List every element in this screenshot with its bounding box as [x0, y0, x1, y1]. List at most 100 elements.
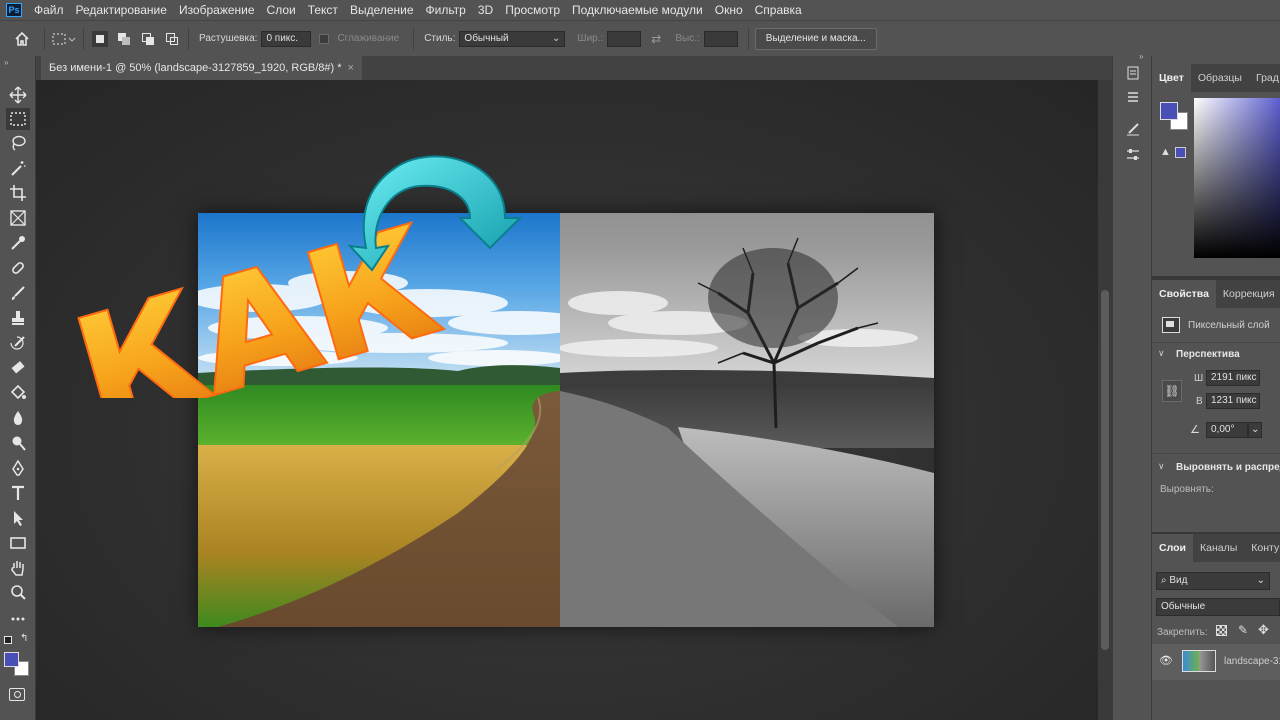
menu-view[interactable]: Просмотр: [499, 0, 566, 20]
new-selection-icon[interactable]: [92, 30, 108, 47]
menu-edit[interactable]: Редактирование: [70, 0, 173, 20]
adjust-sliders-icon[interactable]: [1121, 144, 1145, 166]
menu-select[interactable]: Выделение: [344, 0, 420, 20]
tab-channels[interactable]: Каналы: [1193, 534, 1244, 562]
lock-position-icon[interactable]: ✥: [1258, 622, 1269, 638]
quick-mask-icon[interactable]: [9, 688, 25, 701]
add-selection-icon[interactable]: [116, 31, 132, 47]
options-bar: Растушевка: 0 пикс. Сглаживание Стиль: О…: [0, 20, 1280, 56]
chevron-down-icon[interactable]: ∨: [1158, 348, 1165, 359]
actions-icon[interactable]: [1121, 86, 1145, 108]
menu-window[interactable]: Окно: [709, 0, 749, 20]
layer-filter-select[interactable]: ⌕ Вид ⌄: [1156, 572, 1270, 590]
photoshop-window: Ps Файл Редактирование Изображение Слои …: [0, 0, 1280, 720]
layer-name[interactable]: landscape-31: [1224, 656, 1280, 667]
zoom-icon[interactable]: [6, 582, 30, 604]
headline-kak: КАК: [60, 195, 454, 398]
angle-input[interactable]: 0,00°: [1206, 422, 1248, 438]
more-tools-icon[interactable]: [6, 608, 30, 630]
frame-icon[interactable]: [6, 207, 30, 229]
visibility-eye-icon[interactable]: 👁: [1159, 654, 1173, 667]
dodge-icon[interactable]: [6, 432, 30, 454]
scrollbar-thumb[interactable]: [1101, 290, 1109, 650]
lock-pixels-icon[interactable]: ✎: [1238, 623, 1248, 637]
home-icon[interactable]: [14, 31, 30, 47]
link-icon[interactable]: ⛓: [1162, 380, 1182, 402]
height-input[interactable]: 1231 пикс: [1206, 393, 1260, 409]
pen-icon[interactable]: [6, 457, 30, 479]
close-icon[interactable]: ×: [348, 62, 354, 74]
menu-filter[interactable]: Фильтр: [420, 0, 472, 20]
menu-file[interactable]: Файл: [28, 0, 70, 20]
color-field[interactable]: [1194, 98, 1280, 258]
select-and-mask-button[interactable]: Выделение и маска...: [754, 27, 877, 50]
tab-gradients[interactable]: Град: [1249, 64, 1280, 92]
chevron-down-icon: ⌄: [1256, 575, 1265, 586]
tab-properties[interactable]: Свойства: [1152, 280, 1216, 308]
eraser-icon[interactable]: [6, 357, 30, 379]
menu-layer[interactable]: Слои: [261, 0, 302, 20]
rectangle-icon[interactable]: [6, 532, 30, 554]
vertical-scrollbar[interactable]: [1098, 80, 1112, 720]
tools-panel: » ↰: [0, 56, 36, 720]
tab-swatches[interactable]: Образцы: [1191, 64, 1249, 92]
marquee-preset-icon[interactable]: [51, 31, 77, 47]
marquee-icon[interactable]: [6, 108, 30, 130]
eyedropper-icon[interactable]: [6, 232, 30, 254]
intersect-selection-icon[interactable]: [164, 31, 180, 47]
paint-bucket-icon[interactable]: [6, 382, 30, 404]
menu-plugins[interactable]: Подключаемые модули: [566, 0, 709, 20]
type-icon[interactable]: [6, 482, 30, 504]
menu-image[interactable]: Изображение: [173, 0, 261, 20]
foreground-color-swatch[interactable]: [4, 652, 19, 667]
style-select-value: Обычный: [464, 32, 509, 44]
chevron-down-icon[interactable]: ∨: [1158, 461, 1165, 472]
healing-brush-icon[interactable]: [6, 257, 30, 279]
tab-layers[interactable]: Слои: [1152, 534, 1193, 562]
magic-wand-icon[interactable]: [6, 157, 30, 179]
hand-icon[interactable]: [6, 557, 30, 579]
align-header[interactable]: Выровнять и распред: [1176, 462, 1280, 473]
brush-icon[interactable]: [6, 282, 30, 304]
menu-help[interactable]: Справка: [749, 0, 808, 20]
feather-input[interactable]: 0 пикс.: [261, 30, 312, 47]
tab-adjustments[interactable]: Коррекция: [1216, 280, 1280, 308]
panel-foreground-swatch[interactable]: [1160, 102, 1178, 120]
history-brush-icon[interactable]: [6, 332, 30, 354]
gamut-warning-icon: ▲: [1160, 146, 1171, 158]
layer-row[interactable]: 👁 landscape-31: [1152, 644, 1280, 680]
angle-dropdown[interactable]: ⌄: [1248, 422, 1262, 438]
history-icon[interactable]: [1121, 62, 1145, 84]
document-tab[interactable]: Без имени-1 @ 50% (landscape-3127859_192…: [41, 56, 362, 80]
blend-mode-select[interactable]: Обычные: [1156, 598, 1280, 616]
web-safe-swatch[interactable]: [1175, 147, 1186, 158]
lasso-icon[interactable]: [6, 132, 30, 154]
antialias-checkbox[interactable]: [319, 33, 330, 44]
brush-settings-icon[interactable]: [1121, 118, 1145, 140]
style-select[interactable]: Обычный ⌄: [459, 30, 566, 47]
crop-icon[interactable]: [6, 182, 30, 204]
clone-stamp-icon[interactable]: [6, 307, 30, 329]
perspective-header[interactable]: Перспектива: [1176, 349, 1240, 360]
width-input[interactable]: [607, 30, 642, 47]
height-input[interactable]: [703, 30, 738, 47]
tab-paths[interactable]: Конту: [1244, 534, 1280, 562]
menu-type[interactable]: Текст: [302, 0, 344, 20]
blur-icon[interactable]: [6, 407, 30, 429]
height-label: Выс.:: [675, 33, 700, 44]
move-icon[interactable]: [6, 84, 30, 106]
path-selection-icon[interactable]: [6, 507, 30, 529]
canvas-area[interactable]: КАК: [36, 80, 1098, 720]
width-input[interactable]: 2191 пикс: [1206, 370, 1260, 386]
swap-icon[interactable]: ⇄: [651, 32, 661, 46]
subtract-selection-icon[interactable]: [140, 31, 156, 47]
menu-3d[interactable]: 3D: [472, 0, 499, 20]
collapse-toolbar-icon[interactable]: »: [4, 58, 8, 67]
tab-color[interactable]: Цвет: [1152, 64, 1191, 92]
default-colors-icon[interactable]: [4, 636, 12, 644]
collapse-panels-icon[interactable]: »: [1139, 52, 1143, 61]
align-label: Выровнять:: [1160, 484, 1214, 495]
swap-colors-icon[interactable]: ↰: [20, 633, 28, 644]
lock-transparent-icon[interactable]: [1216, 625, 1227, 636]
chevron-down-icon: ⌄: [552, 32, 561, 44]
